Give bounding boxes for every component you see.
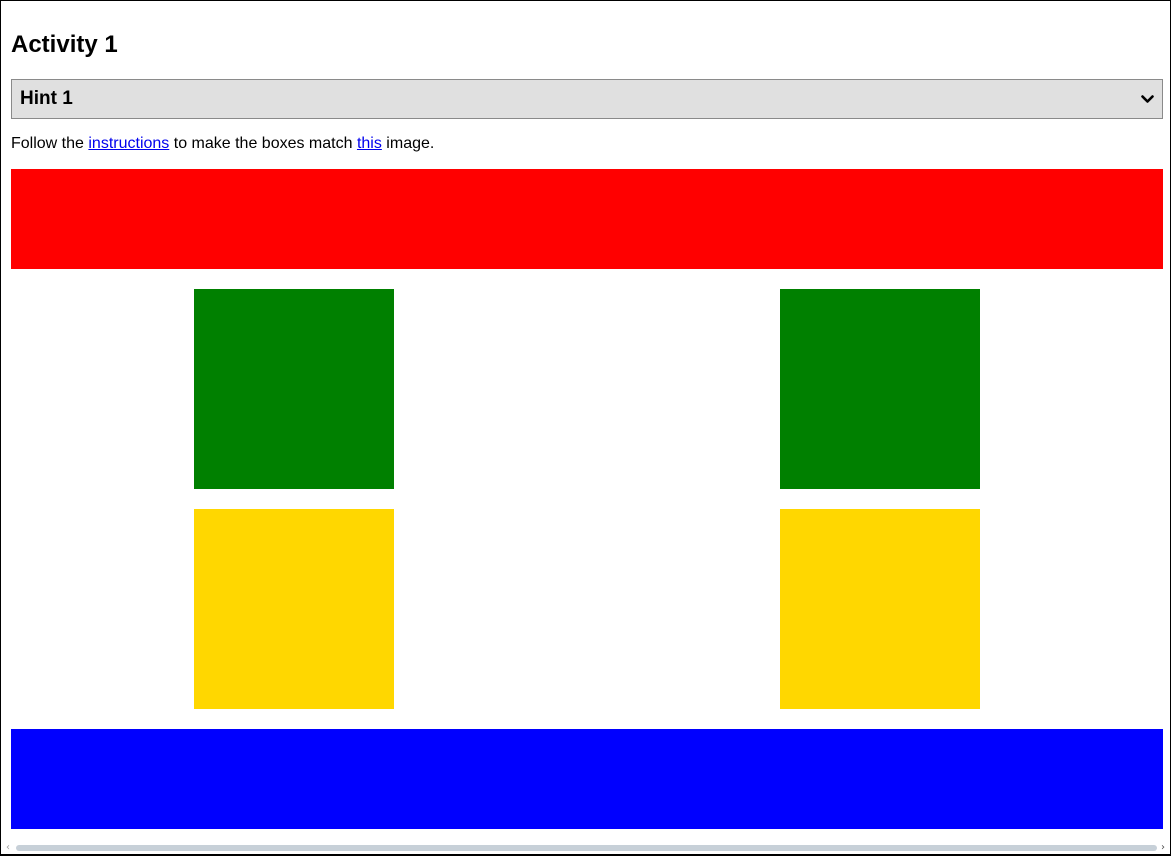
horizontal-scrollbar[interactable]: ‹ › — [1, 842, 1170, 854]
instructions-text: Follow the instructions to make the boxe… — [11, 134, 434, 154]
hint-dropdown-selected: Hint 1 — [20, 88, 73, 109]
blue-box — [11, 729, 1163, 829]
browser-viewport: Activity 1 Hint 1 Follow the instruction… — [0, 0, 1171, 856]
yellow-box-left — [194, 509, 394, 709]
page-title: Activity 1 — [11, 31, 118, 58]
scroll-right-arrow-icon[interactable]: › — [1157, 842, 1169, 854]
scrollbar-thumb[interactable] — [16, 845, 1157, 851]
chevron-down-icon — [1140, 92, 1154, 106]
scroll-left-arrow-icon[interactable]: ‹ — [2, 842, 14, 854]
red-box — [11, 169, 1163, 269]
yellow-box-right — [780, 509, 980, 709]
target-image-link[interactable]: this — [357, 135, 382, 152]
instructions-middle: to make the boxes match — [169, 135, 357, 152]
instructions-prefix: Follow the — [11, 135, 89, 152]
hint-dropdown[interactable]: Hint 1 — [11, 79, 1163, 119]
green-box-left — [194, 289, 394, 489]
instructions-link[interactable]: instructions — [88, 135, 169, 152]
green-box-right — [780, 289, 980, 489]
instructions-suffix: image. — [381, 135, 435, 152]
